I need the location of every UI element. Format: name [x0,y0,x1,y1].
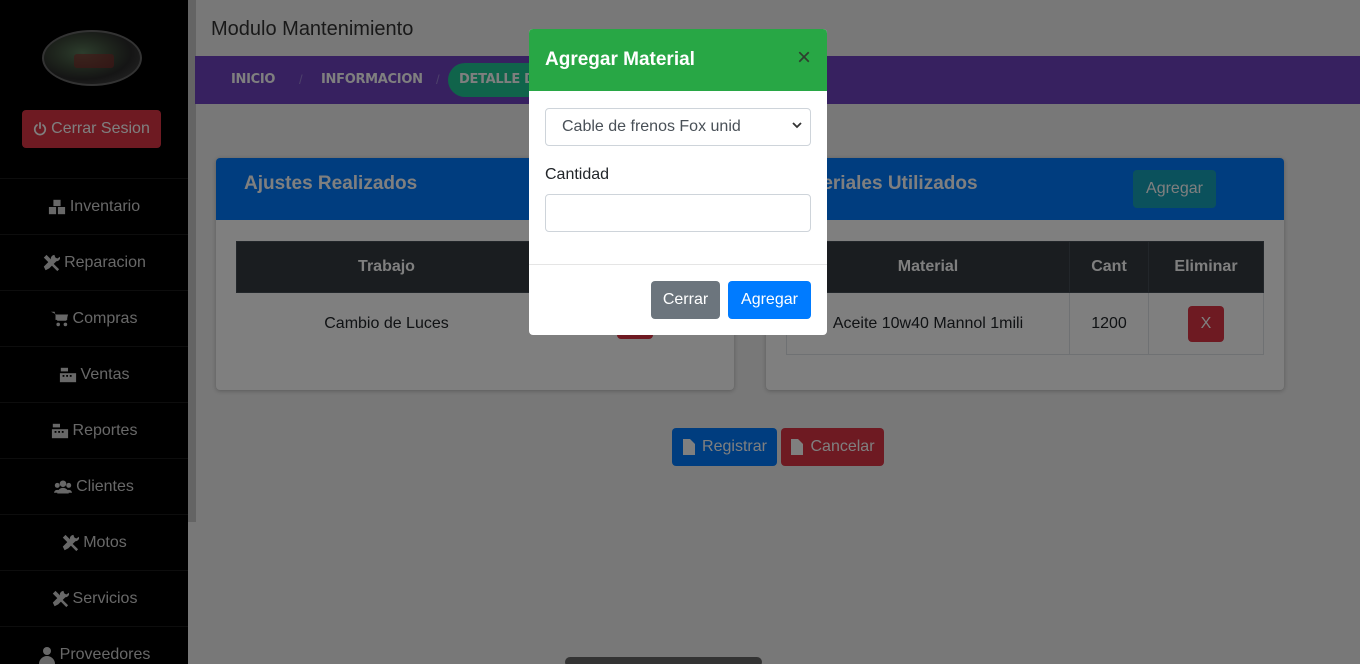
close-button[interactable]: Cerrar [651,281,720,319]
material-select[interactable]: Cable de frenos Fox unid [545,108,811,146]
quantity-label: Cantidad [545,166,610,183]
quantity-input[interactable] [545,194,811,232]
modal-divider [529,264,827,265]
chevron-down-icon [792,122,802,129]
material-select-value: Cable de frenos Fox unid [562,118,741,135]
add-material-modal: Agregar Material × Cable de frenos Fox u… [529,29,827,335]
add-button[interactable]: Agregar [728,281,811,319]
horizontal-scrollbar[interactable] [565,657,762,664]
modal-title: Agregar Material [545,49,695,70]
modal-header: Agregar Material × [529,29,827,91]
close-icon[interactable]: × [797,46,811,70]
